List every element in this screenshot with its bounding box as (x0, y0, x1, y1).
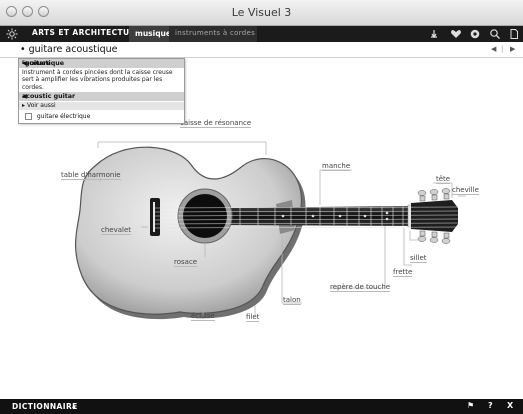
speaker-icon[interactable]: ◀ (22, 59, 181, 68)
label-tete[interactable]: tête (436, 175, 451, 184)
popup-definition: Instrument à cordes pincées dont la cais… (22, 69, 173, 91)
bottom-bar: DICTIONNAIRE ▴ ⚑ ? X (0, 399, 523, 414)
label-rosace[interactable]: rosace (174, 258, 198, 267)
see-also-label: Voir aussi (26, 102, 56, 109)
label-chevalet[interactable]: chevalet (101, 226, 132, 235)
label-cheville[interactable]: cheville (452, 186, 479, 195)
see-also-header[interactable]: ▸ Voir aussi (19, 102, 184, 110)
label-filet[interactable]: filet (246, 313, 260, 322)
help-button[interactable]: ? (488, 401, 493, 410)
popup-french-header: guitare F acoustique ◀ (19, 59, 184, 68)
label-repere-de-touche[interactable]: repère de touche (330, 283, 391, 292)
checkbox-icon (25, 113, 32, 120)
see-also-link[interactable]: guitare électrique (19, 113, 184, 121)
label-eclisse[interactable]: éclisse (191, 312, 215, 321)
label-frette[interactable]: frette (393, 268, 413, 277)
speaker-icon-english[interactable]: ◀ (22, 92, 181, 101)
label-caisse-de-resonance[interactable]: caisse de résonance (180, 119, 252, 128)
label-sillet[interactable]: sillet (410, 254, 427, 263)
dictionary-button[interactable]: DICTIONNAIRE (12, 402, 78, 411)
see-also-caret-icon: ▸ (22, 102, 26, 109)
label-talon[interactable]: talon (283, 296, 301, 305)
definition-popup: guitare F acoustique ◀ Instrument à corde… (18, 58, 185, 124)
flag-icon[interactable]: ⚑ (467, 401, 474, 410)
label-table-d-harmonie[interactable]: table d'harmonie (61, 171, 121, 180)
label-manche[interactable]: manche (322, 162, 351, 171)
popup-english-header: acoustic guitar ◀ (19, 92, 184, 101)
dictionary-caret-icon[interactable]: ▴ (72, 402, 76, 410)
close-button[interactable]: X (507, 401, 513, 410)
see-also-item-label: guitare électrique (36, 113, 91, 120)
